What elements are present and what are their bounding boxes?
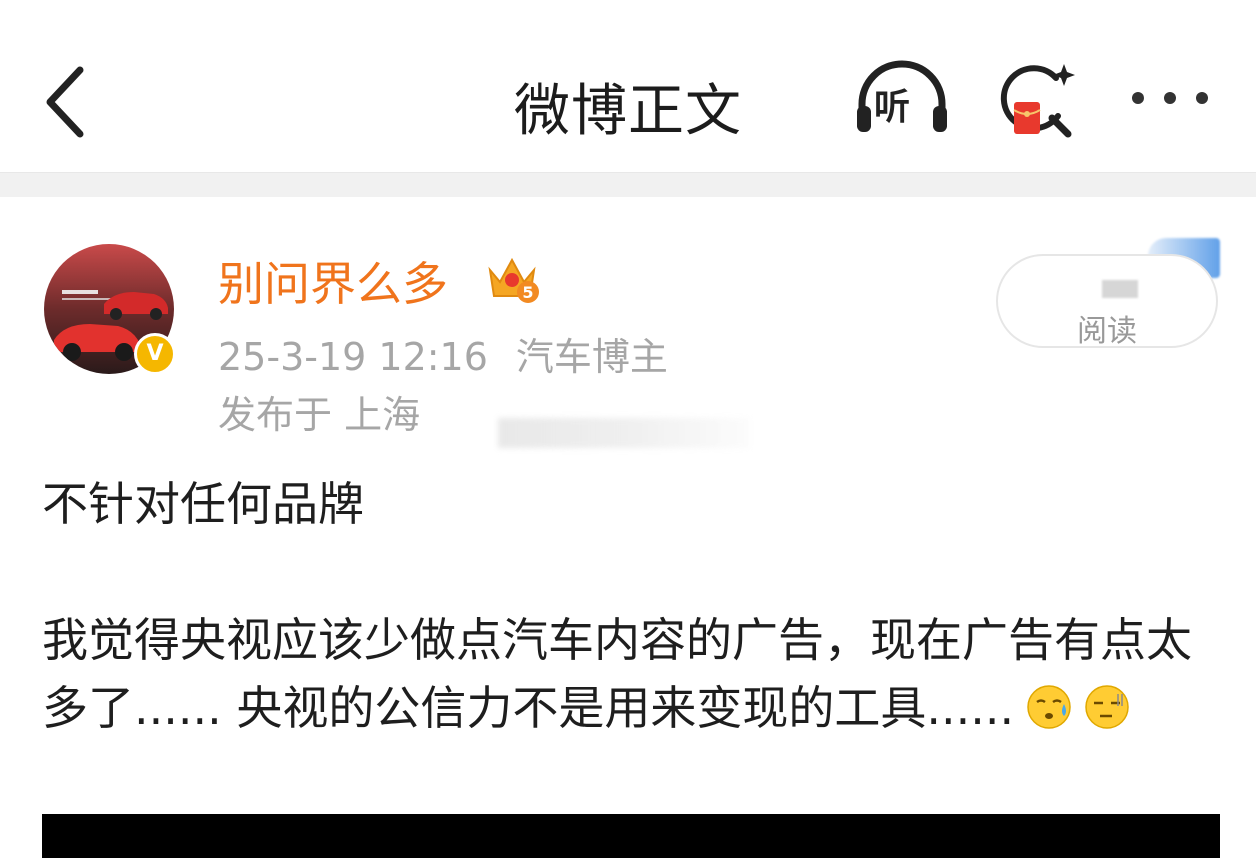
post-location: 发布于 上海: [218, 393, 421, 437]
crown-level-5-icon: 5: [488, 257, 539, 303]
read-label: 阅读: [1077, 314, 1137, 349]
post-time: 25-3-19 12:16: [218, 335, 488, 379]
more-options-button[interactable]: [1126, 80, 1216, 120]
post-media[interactable]: [42, 814, 1220, 858]
post-paragraph-body: 我觉得央视应该少做点汽车内容的广告，现在广告有点太多了...... 央视的公信力…: [42, 606, 1222, 742]
sweat-emoji: [1027, 685, 1071, 729]
post-paragraph: 不针对任何品牌: [42, 477, 364, 531]
post-paragraph-text: 我觉得央视应该少做点汽车内容的广告，现在广告有点太多了...... 央视的公信力…: [42, 613, 1192, 735]
listen-button[interactable]: 听: [852, 60, 952, 140]
read-count-button[interactable]: 阅读: [996, 254, 1218, 349]
blurred-count: [1102, 280, 1138, 298]
author-category: 汽车博主: [515, 335, 668, 379]
author-name[interactable]: 别问界么多: [218, 248, 448, 314]
section-divider: [0, 172, 1256, 197]
red-packet-search-icon: [1000, 64, 1075, 138]
post-meta: 25-3-19 12:16 汽车博主: [218, 326, 668, 381]
svg-text:5: 5: [522, 283, 533, 302]
verified-v-badge: V: [134, 333, 176, 375]
speechless-emoji: [1085, 685, 1129, 729]
navigation-bar: 微博正文 听: [0, 0, 1256, 172]
listen-label: 听: [874, 87, 911, 128]
post-content: 不针对任何品牌 我觉得央视应该少做点汽车内容的广告，现在广告有点太多了.....…: [42, 470, 1222, 742]
verified-text: V: [146, 341, 164, 366]
blurred-region: [498, 418, 750, 448]
red-packet-search-button[interactable]: [996, 60, 1086, 144]
